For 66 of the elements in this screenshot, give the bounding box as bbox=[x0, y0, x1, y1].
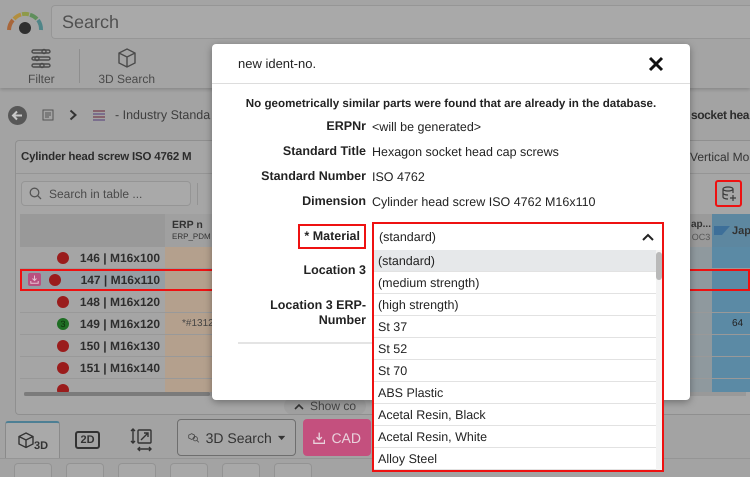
dropdown-option[interactable]: Alloy Steel bbox=[374, 448, 656, 470]
field-label: Location 3 bbox=[302, 262, 366, 278]
dialog-title: new ident-no. bbox=[238, 56, 318, 71]
chevron-up-icon bbox=[642, 233, 654, 241]
cad-download-button[interactable]: CAD bbox=[303, 419, 371, 456]
column-header[interactable]: ap... bbox=[690, 218, 711, 230]
table-cell: 64 bbox=[732, 318, 744, 329]
table-cell-text: 146 | M16x100 bbox=[78, 250, 160, 264]
table-cell-text: 150 | M16x130 bbox=[78, 338, 160, 352]
field-label: Standard Title bbox=[282, 143, 366, 160]
field-value: Hexagon socket head cap screws bbox=[372, 144, 560, 161]
table-cell: *#1312 bbox=[182, 318, 214, 329]
document-icon[interactable] bbox=[42, 109, 54, 121]
field-label: Location 3 ERP-Number bbox=[269, 297, 366, 329]
column-header[interactable]: ERP n bbox=[172, 218, 203, 230]
field-label: ERPNr bbox=[325, 118, 366, 135]
info-message: No geometrically similar parts were found that are already in the database. bbox=[244, 97, 658, 110]
dropdown-option[interactable]: Acetal Resin, White bbox=[374, 426, 656, 448]
table-cell-text: 148 | M16x120 bbox=[78, 294, 160, 308]
scrollbar-thumb[interactable] bbox=[24, 392, 210, 396]
table-cell-text: 147 | M16x110 bbox=[80, 272, 160, 286]
status-dot: 3 bbox=[57, 318, 69, 330]
field-label: Dimension bbox=[301, 193, 366, 210]
sliders-icon bbox=[30, 46, 52, 68]
dropdown-option[interactable]: St 70 bbox=[374, 360, 656, 382]
table-cell-text: 151 | M16x140 bbox=[78, 360, 160, 374]
cube-search-icon bbox=[188, 430, 200, 444]
table-icon[interactable] bbox=[92, 109, 106, 121]
material-select[interactable]: (standard) bbox=[372, 222, 664, 250]
dropdown-option[interactable]: ABS Plastic bbox=[374, 382, 656, 404]
search-icon bbox=[29, 187, 42, 200]
3d-search-button[interactable]: 3D Search bbox=[88, 46, 166, 86]
back-icon[interactable] bbox=[8, 106, 27, 124]
field-value: <will be generated> bbox=[372, 118, 482, 136]
scrollbar-thumb[interactable] bbox=[656, 252, 662, 280]
dropdown-option[interactable]: (medium strength) bbox=[374, 272, 656, 294]
panel-title: Cylinder head screw ISO 4762 M bbox=[21, 151, 192, 163]
dropdown-option[interactable]: St 37 bbox=[374, 316, 656, 338]
filter-button[interactable]: Filter bbox=[28, 46, 55, 86]
database-plus-icon bbox=[722, 186, 736, 202]
search-field[interactable]: Search bbox=[51, 5, 750, 39]
caret-down-icon bbox=[278, 434, 285, 440]
column-subheader: ERP_PDM bbox=[172, 230, 211, 242]
3d-search-dropdown-button[interactable]: 3D Search bbox=[177, 419, 296, 456]
field-value: Cylinder head screw ISO 4762 M16x110 bbox=[372, 194, 596, 211]
2d-view-tab[interactable]: 2D bbox=[60, 421, 115, 458]
dropdown-option[interactable]: St 52 bbox=[374, 338, 656, 360]
dropdown-option[interactable]: (high strength) bbox=[374, 294, 656, 316]
dropdown-option[interactable]: Acetal Resin, Black bbox=[374, 404, 656, 426]
cube-icon bbox=[116, 46, 138, 68]
chevron-up-icon bbox=[294, 402, 304, 410]
table-cell-text: 149 | M16x120 bbox=[78, 316, 160, 330]
chevron-right-icon bbox=[69, 109, 77, 121]
page-title: socket hea bbox=[690, 108, 750, 122]
field-label: * Material bbox=[298, 224, 366, 248]
dropdown-option[interactable]: (standard) bbox=[374, 250, 656, 272]
table-search-field[interactable]: Search in table ... bbox=[21, 181, 191, 206]
close-icon bbox=[648, 56, 664, 72]
3d-view-tab[interactable]: 3D bbox=[5, 421, 60, 458]
close-button[interactable] bbox=[648, 56, 664, 72]
breadcrumb-text[interactable]: - Industry Standa bbox=[115, 108, 210, 122]
column-subheader: OC3 bbox=[692, 230, 710, 242]
field-label: Standard Number bbox=[260, 168, 366, 185]
download-icon bbox=[313, 430, 326, 444]
field-value: ISO 4762 bbox=[372, 168, 426, 186]
add-to-database-button[interactable] bbox=[715, 180, 742, 207]
